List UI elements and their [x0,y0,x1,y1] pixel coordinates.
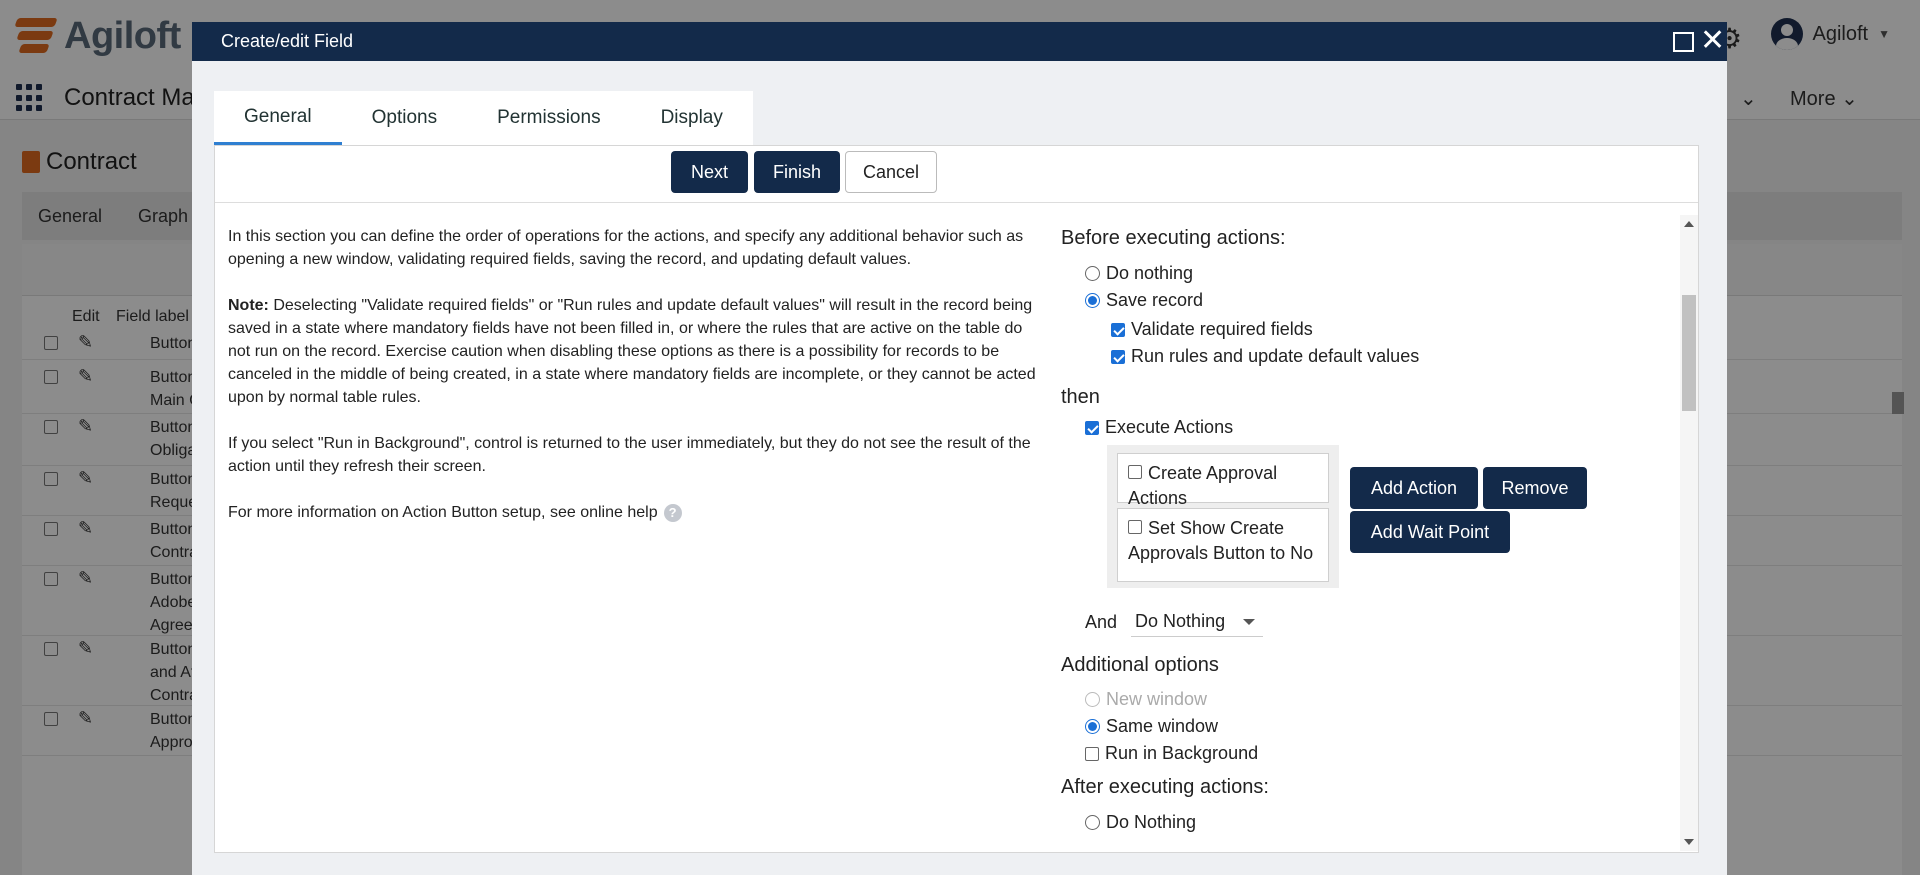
and-select-value: Do Nothing [1135,611,1226,631]
actions-list: Create Approval Actions Set Show Create … [1107,445,1339,588]
add-wait-point-button[interactable]: Add Wait Point [1350,511,1510,553]
next-button[interactable]: Next [671,151,748,193]
run-background-checkbox[interactable]: Run in Background [1085,743,1258,764]
new-window-label: New window [1106,689,1208,709]
scroll-up-icon[interactable] [1684,221,1694,227]
and-select[interactable]: Do Nothing [1131,607,1264,637]
remove-button[interactable]: Remove [1483,467,1587,509]
same-window-label: Same window [1106,716,1219,736]
execute-actions-label: Execute Actions [1105,417,1234,437]
after-do-nothing-radio[interactable]: Do Nothing [1085,812,1196,833]
tab-permissions[interactable]: Permissions [467,91,630,145]
finish-button[interactable]: Finish [754,151,840,193]
run-rules-label: Run rules and update default values [1131,346,1420,366]
help-icon[interactable]: ? [663,503,682,522]
action-item[interactable]: Set Show Create Approvals Button to No [1117,508,1329,582]
dialog-title: Create/edit Field [221,31,354,51]
and-label: And [1085,611,1118,632]
tab-display[interactable]: Display [631,91,753,145]
note-text: Deselecting "Validate required fields" o… [228,297,1036,406]
before-do-nothing-label: Do nothing [1106,263,1194,283]
checkbox-icon[interactable] [1128,520,1142,535]
radio-icon [1085,719,1100,734]
radio-icon [1085,293,1100,308]
caret-down-icon [1243,619,1256,625]
then-heading: then [1061,386,1100,408]
after-do-nothing-label: Do Nothing [1106,812,1197,832]
help-description: In this section you can define the order… [228,225,1038,547]
panel-scrollbar[interactable] [1680,215,1698,851]
help-paragraph: For more information on Action Button se… [228,501,1038,524]
new-window-radio: New window [1085,689,1207,710]
help-text: For more information on Action Button se… [228,504,658,521]
radio-icon [1085,815,1100,830]
action-item-label: Create Approval Actions [1128,463,1278,508]
dialog-header: Create/edit Field ✕ [192,22,1727,61]
checkbox-icon [1111,349,1125,364]
create-edit-field-dialog: Create/edit Field ✕ General Options Perm… [192,22,1727,875]
wizard-button-bar: Next Finish Cancel [215,146,1698,203]
maximize-icon[interactable] [1673,32,1694,52]
before-do-nothing-radio[interactable]: Do nothing [1085,263,1193,284]
background-text: If you select "Run in Background", contr… [228,435,1031,475]
tab-general[interactable]: General [214,91,342,145]
tab-options[interactable]: Options [342,91,467,145]
panel-scrollbar-thumb[interactable] [1682,295,1696,411]
dialog-panel: Next Finish Cancel In this section you c… [214,145,1699,853]
radio-icon [1085,692,1100,707]
after-actions-heading: After executing actions: [1061,776,1269,798]
before-save-record-radio[interactable]: Save record [1085,290,1203,311]
and-row: And Do Nothing [1085,607,1264,637]
run-background-label: Run in Background [1105,743,1259,763]
before-save-record-label: Save record [1106,290,1204,310]
note-label: Note: [228,297,269,314]
dialog-tabs: General Options Permissions Display [214,91,753,145]
before-actions-heading: Before executing actions: [1061,227,1286,249]
checkbox-icon[interactable] [1128,465,1142,480]
add-action-button[interactable]: Add Action [1350,467,1478,509]
cancel-button[interactable]: Cancel [845,151,937,193]
execute-actions-checkbox[interactable]: Execute Actions [1085,417,1233,438]
validate-required-checkbox[interactable]: Validate required fields [1111,319,1313,340]
action-item[interactable]: Create Approval Actions [1117,453,1329,508]
close-icon[interactable]: ✕ [1700,24,1725,58]
action-item-label: Set Show Create Approvals Button to No [1128,518,1314,563]
radio-icon [1085,266,1100,281]
run-rules-checkbox[interactable]: Run rules and update default values [1111,346,1419,367]
panel-scroll-area: In this section you can define the order… [215,215,1680,851]
checkbox-icon [1085,420,1099,435]
checkbox-icon [1085,746,1099,761]
scroll-down-icon[interactable] [1684,839,1694,845]
note-paragraph: Note: Deselecting "Validate required fie… [228,294,1038,409]
validate-required-label: Validate required fields [1131,319,1313,339]
intro-text: In this section you can define the order… [228,228,1024,268]
additional-options-heading: Additional options [1061,654,1219,676]
same-window-radio[interactable]: Same window [1085,716,1218,737]
checkbox-icon [1111,322,1125,337]
